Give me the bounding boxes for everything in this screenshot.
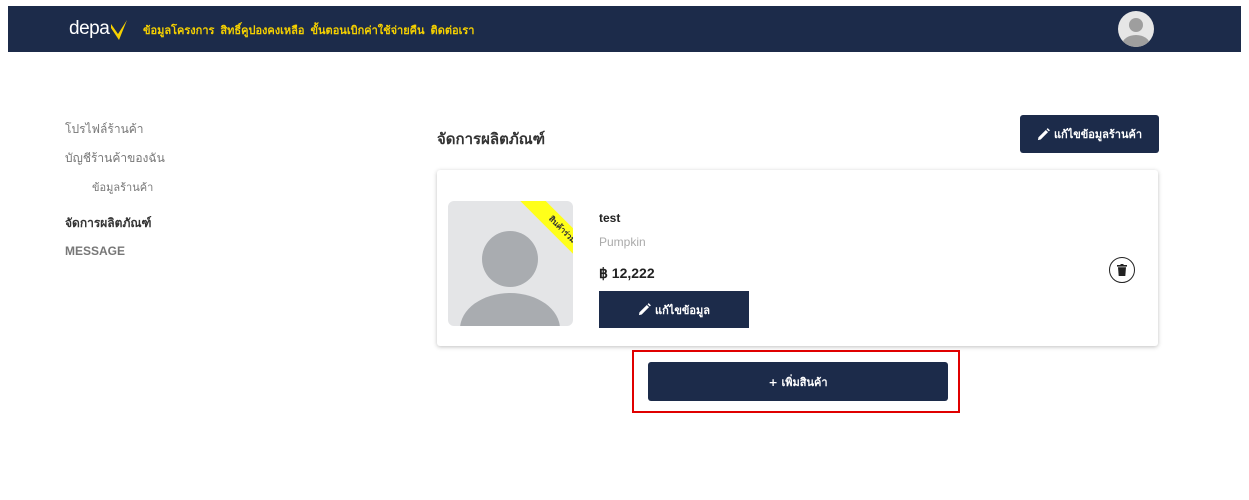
page-title: จัดการผลิตภัณฑ์ [437,130,546,148]
nav-coupon-balance[interactable]: สิทธิ์คูปองคงเหลือ [220,21,304,39]
user-avatar[interactable] [1118,11,1154,47]
sidebar-item-store-info[interactable]: ข้อมูลร้านค้า [92,180,153,196]
product-card: สินค้าร่วมโครงการ test Pumpkin ฿ 12,222 … [437,170,1158,346]
nav-project-info[interactable]: ข้อมูลโครงการ [143,21,214,39]
logo-text: depa [69,18,110,39]
sidebar-item-message[interactable]: MESSAGE [65,243,125,259]
main-nav: ข้อมูลโครงการ สิทธิ์คูปองคงเหลือ ขั้นตอน… [143,21,474,39]
product-image: สินค้าร่วมโครงการ [448,201,573,326]
edit-product-label: แก้ไขข้อมูล [655,303,710,317]
product-name: test [599,211,621,225]
pencil-icon [1037,127,1050,140]
nav-reimbursement-steps[interactable]: ขั้นตอนเบิกค่าใช้จ่ายคืน [311,21,425,39]
product-subtitle: Pumpkin [599,235,646,249]
logo-chevron-icon [111,20,128,40]
depa-logo[interactable]: depa [69,16,128,42]
add-product-button[interactable]: + เพิ่มสินค้า [648,362,948,401]
edit-store-info-button[interactable]: แก้ไขข้อมูลร้านค้า [1020,115,1159,153]
pencil-icon [638,303,651,316]
sidebar-item-my-store-account[interactable]: บัญชีร้านค้าของฉัน [65,150,165,166]
delete-product-button[interactable] [1109,257,1135,283]
nav-contact-us[interactable]: ติดต่อเรา [431,21,475,39]
edit-store-info-label: แก้ไขข้อมูลร้านค้า [1053,128,1143,141]
sidebar-item-manage-products[interactable]: จัดการผลิตภัณฑ์ [65,215,151,231]
product-price: ฿ 12,222 [599,265,655,281]
trash-icon [1117,264,1127,276]
edit-product-button[interactable]: แก้ไขข้อมูล [599,291,749,328]
sidebar-item-store-profile[interactable]: โปรไฟล์ร้านค้า [65,121,144,137]
user-icon [1122,18,1150,47]
top-nav-bar: depa ข้อมูลโครงการ สิทธิ์คูปองคงเหลือ ขั… [8,6,1241,52]
